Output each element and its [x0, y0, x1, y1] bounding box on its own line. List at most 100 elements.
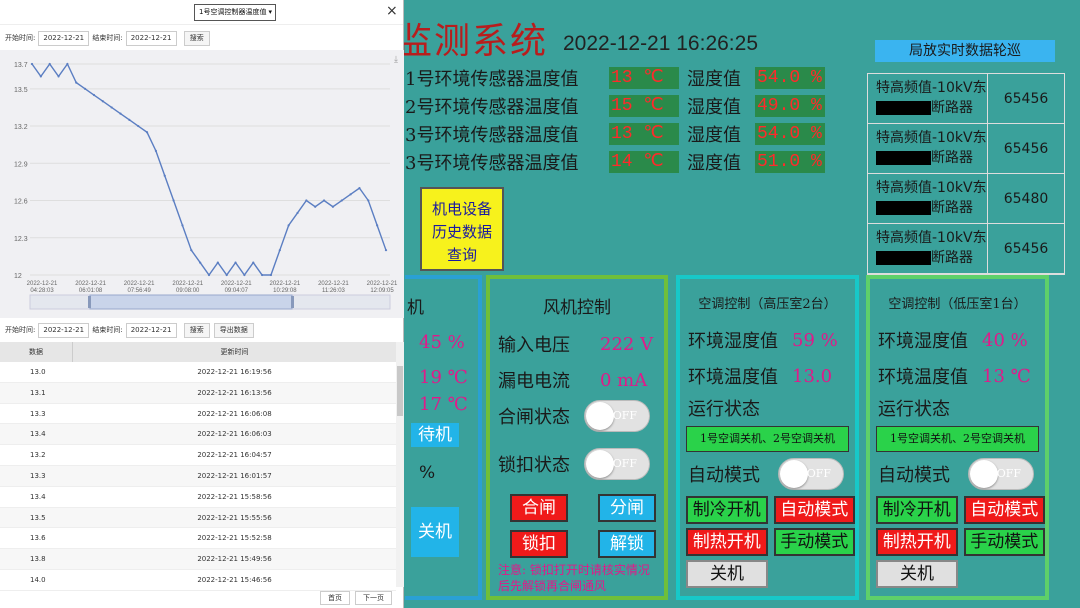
ac-low-off-button[interactable]: 关机 [876, 560, 958, 588]
ac-low-auto-button[interactable]: 自动模式 [963, 496, 1045, 524]
standby-button[interactable]: 待机 [409, 421, 461, 449]
export-button[interactable]: 导出数据 [213, 322, 254, 338]
next-page-button[interactable]: 下一页 [355, 591, 392, 605]
open-breaker-button[interactable]: 分闸 [598, 494, 656, 522]
table-row[interactable]: 13.5 2022-12-21 15:55:56 [0, 507, 396, 529]
x-tick-label: 2022-12-21 [124, 281, 155, 287]
left-panel-value-2: 19 ℃ [419, 367, 468, 388]
data-point [163, 174, 166, 177]
ac-high-heat-button[interactable]: 制热开机 [686, 528, 768, 556]
table-row[interactable]: 13.0 2022-12-21 16:19:56 [0, 362, 396, 383]
table-row[interactable]: 13.3 2022-12-21 16:01:57 [0, 465, 396, 487]
data-point [216, 261, 219, 264]
pd-value: 65480 [1003, 191, 1049, 207]
ac-low-heat-button[interactable]: 制热开机 [876, 528, 958, 556]
ac-high-cool-button[interactable]: 制冷开机 [686, 496, 768, 524]
fan-note: 注意: 锁扣打开时请核实情况后先解锁再合闸通风 [498, 563, 650, 593]
metric-select[interactable]: 1号空调控制器温度值 ▾ [194, 4, 276, 21]
pd-row: 特高频值-10kV东 断路器 65456 [868, 74, 1064, 124]
ac-high-off-button[interactable]: 关机 [686, 560, 768, 588]
zoom-handle-left [88, 296, 91, 308]
x-tick-label: 09:04:07 [225, 288, 249, 294]
table-row[interactable]: 13.2 2022-12-21 16:04:57 [0, 445, 396, 466]
table-row[interactable]: 13.3 2022-12-21 16:06:08 [0, 404, 396, 425]
history-popup: 1号空调控制器温度值 ▾ × 开始时间: 2022-12-21 结束时间: 202… [0, 0, 404, 608]
lock-button[interactable]: 锁扣 [510, 530, 568, 558]
left-off-button[interactable]: 关机 [409, 505, 461, 559]
sensor-temp-value: 14 ℃ [609, 151, 679, 173]
redaction-mask [876, 151, 931, 165]
end-date-input-2[interactable]: 2022-12-21 [125, 322, 177, 338]
pd-name: 特高频值-10kV东 断路器 [868, 74, 988, 123]
cell-time: 2022-12-21 15:58:56 [197, 492, 272, 501]
ac-high-auto-toggle[interactable]: OFF [778, 458, 844, 490]
first-page-button[interactable]: 首页 [320, 591, 350, 605]
table-scrollbar[interactable] [396, 342, 404, 587]
data-point [92, 93, 96, 97]
data-point [128, 118, 131, 121]
ac-low-hum-label: 环境湿度值 [878, 331, 968, 352]
x-tick-label: 09:08:00 [176, 288, 200, 294]
ac-high-temp-label: 环境温度值 [688, 367, 778, 388]
ac-high-manual-button[interactable]: 手动模式 [773, 528, 855, 556]
y-tick-label: 12.6 [14, 199, 28, 206]
ac-low-title: 空调控制（低压室1台） [888, 297, 1027, 312]
data-point [269, 273, 273, 277]
end-date-input[interactable]: 2022-12-21 [125, 30, 177, 46]
pd-name: 特高频值-10kV东 断路器 [868, 224, 988, 273]
table-row[interactable]: 13.4 2022-12-21 15:58:56 [0, 487, 396, 508]
lock-state-toggle[interactable]: OFF [584, 448, 650, 480]
ac-low-manual-button[interactable]: 手动模式 [963, 528, 1045, 556]
chart-query-bar: 开始时间: 2022-12-21 结束时间: 2022-12-21 搜索 [0, 28, 403, 48]
sensor-temp-value: 13 ℃ [609, 67, 679, 89]
left-panel-value-1: 45 % [419, 332, 465, 353]
ac-high-auto-label: 自动模式 [688, 465, 760, 486]
start-time-label: 开始时间: [5, 34, 36, 42]
temperature-chart: 13.7 13.5 13.2 12.9 12.6 12.3 12 2022-12-21 04:2… [0, 50, 404, 318]
data-point [305, 199, 308, 202]
data-point [172, 199, 175, 202]
close-icon[interactable]: × [386, 3, 398, 19]
sensor-hum-label: 湿度值 [687, 69, 741, 90]
sensor-temp-label: 2号环境传感器温度值 [405, 97, 579, 118]
start-time-label-2: 开始时间: [5, 326, 36, 334]
zoom-window [89, 294, 293, 310]
close-state-toggle[interactable]: OFF [584, 400, 650, 432]
start-date-input[interactable]: 2022-12-21 [38, 30, 90, 46]
left-panel-percent: % [419, 463, 436, 483]
search-button-2[interactable]: 搜索 [183, 322, 210, 338]
fan-title: 风机控制 [543, 298, 611, 318]
cell-time: 2022-12-21 15:46:56 [197, 575, 272, 584]
ac-low-auto-toggle[interactable]: OFF [968, 458, 1034, 490]
data-point [340, 199, 343, 202]
x-tick-label: 04:28:03 [30, 288, 54, 294]
search-button[interactable]: 搜索 [183, 30, 210, 46]
table-row[interactable]: 13.4 2022-12-21 16:06:03 [0, 424, 396, 446]
cell-time: 2022-12-21 15:55:56 [197, 513, 272, 522]
sensor-hum-label: 湿度值 [687, 97, 741, 118]
pd-realtime-button[interactable]: 局放实时数据轮巡 [875, 40, 1055, 62]
sensor-row: 2号环境传感器温度值 15 ℃ 湿度值 49.0 % [405, 95, 825, 118]
unlock-button[interactable]: 解锁 [598, 530, 656, 558]
data-point [287, 224, 290, 227]
sensor-temp-value: 15 ℃ [609, 95, 679, 117]
history-query-button[interactable]: 机电设备 历史数据 查询 [420, 187, 504, 271]
voltage-label: 输入电压 [498, 335, 570, 356]
data-point [322, 199, 326, 202]
y-tick-label: 12 [14, 273, 22, 280]
table-row[interactable]: 13.1 2022-12-21 16:13:56 [0, 382, 396, 404]
start-date-input-2[interactable]: 2022-12-21 [38, 322, 90, 338]
data-point [207, 273, 211, 277]
table-row[interactable]: 13.6 2022-12-21 15:52:58 [0, 528, 396, 550]
ac-low-status: 1号空调关机、2号空调关机 [876, 426, 1039, 452]
ac-high-auto-button[interactable]: 自动模式 [773, 496, 855, 524]
x-tick-label: 2022-12-21 [221, 281, 252, 287]
x-tick-label: 2022-12-21 [75, 281, 106, 287]
ac-low-temp-label: 环境温度值 [878, 367, 968, 388]
close-breaker-button[interactable]: 合闸 [510, 494, 568, 522]
table-row[interactable]: 13.8 2022-12-21 15:49:56 [0, 549, 396, 570]
ac-low-cool-button[interactable]: 制冷开机 [876, 496, 958, 524]
series-line [31, 62, 387, 277]
pd-value: 65456 [1003, 241, 1049, 257]
cell-value: 13.3 [30, 409, 46, 418]
